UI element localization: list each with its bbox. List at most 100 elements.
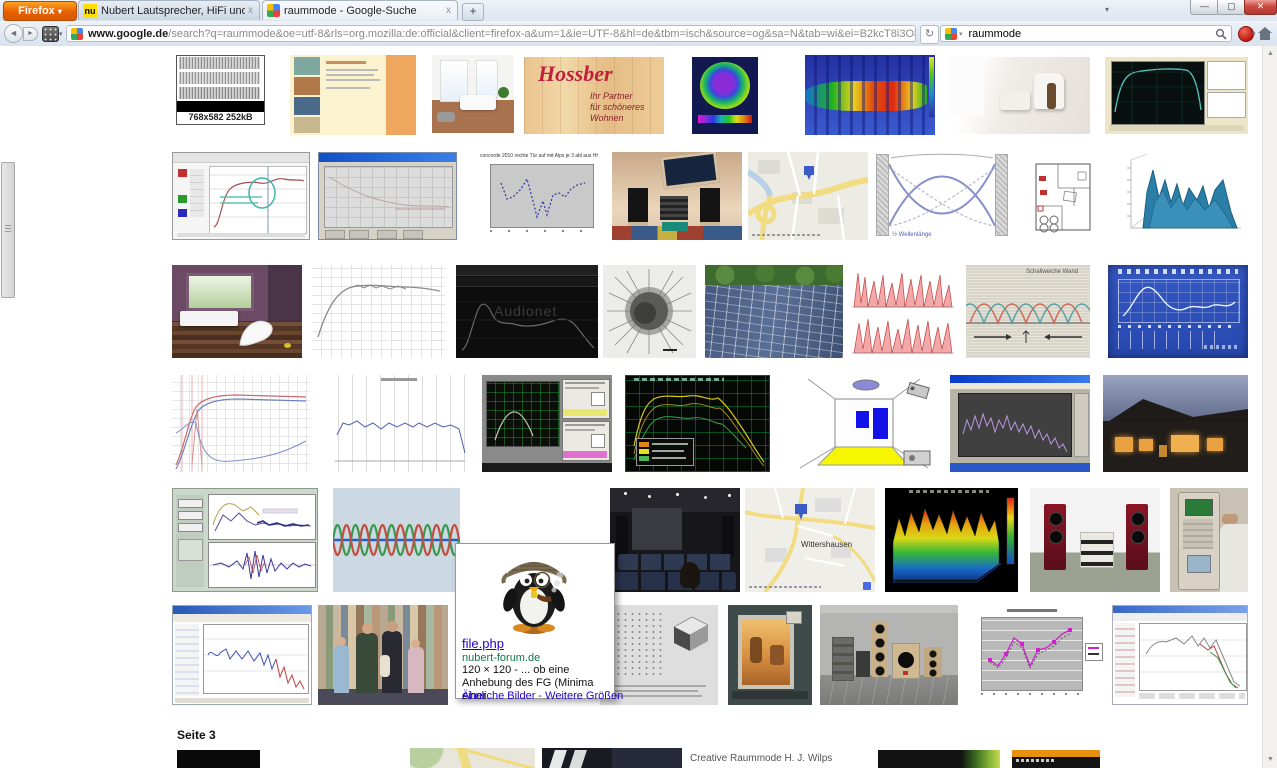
search-bar[interactable]: ▾ bbox=[940, 25, 1232, 42]
thumb-blue-lcd[interactable] bbox=[1108, 265, 1248, 358]
thumb-floor-plan[interactable] bbox=[1028, 158, 1098, 238]
thumb-room-white[interactable] bbox=[432, 55, 514, 133]
tagline-line: für schöneres bbox=[590, 102, 645, 113]
thumb-map-wittershausen[interactable]: Wittershausen bbox=[745, 488, 875, 592]
thumb-white-furniture[interactable] bbox=[950, 57, 1090, 134]
thumb-shop-window[interactable] bbox=[728, 605, 812, 705]
tooltip-similar-link[interactable]: Ähnliche Bilder bbox=[462, 690, 535, 702]
thumb-map-1[interactable] bbox=[748, 152, 868, 240]
figure-head bbox=[337, 637, 346, 646]
search-input[interactable] bbox=[967, 27, 1215, 41]
thumb-measure-software[interactable] bbox=[1105, 57, 1248, 134]
scroll-down-button[interactable]: ▼ bbox=[1263, 752, 1277, 768]
scroll-up-button[interactable]: ▲ bbox=[1263, 46, 1277, 62]
thumb-medical-machine[interactable] bbox=[1170, 488, 1248, 592]
thumb-balloon-plot[interactable] bbox=[692, 57, 758, 134]
chair-row bbox=[618, 554, 732, 570]
thumb-white-software[interactable] bbox=[172, 605, 312, 705]
thumb-gray-window[interactable] bbox=[318, 152, 457, 240]
text-line bbox=[326, 87, 370, 89]
status-strip bbox=[1109, 125, 1244, 131]
thumb-solar-panels[interactable] bbox=[705, 265, 843, 358]
thumb-teal-waterfall[interactable] bbox=[1113, 152, 1248, 240]
thumb-partial-map[interactable] bbox=[410, 748, 535, 768]
thumb-radial-blob[interactable] bbox=[603, 265, 696, 358]
tab-nubert-close-icon[interactable]: x bbox=[246, 5, 255, 16]
driver bbox=[1131, 530, 1145, 544]
thumb-house-dusk[interactable] bbox=[1103, 375, 1248, 472]
tab-nubert[interactable]: nu Nubert Lautsprecher, HiFi und Surrou.… bbox=[78, 0, 260, 20]
thumb-attic-room[interactable] bbox=[612, 152, 742, 240]
dip-curves bbox=[204, 625, 308, 693]
nubert-favicon-icon: nu bbox=[83, 4, 97, 18]
tagline-line: Wohnen bbox=[590, 113, 645, 124]
url-bar[interactable]: www.google.de/search?q=raummode&oe=utf-8… bbox=[66, 25, 916, 42]
thumb-speaker-room[interactable] bbox=[820, 605, 958, 705]
vertical-scrollbar[interactable]: ▲ ▼ bbox=[1262, 46, 1277, 768]
tab-raummode-close-icon[interactable]: x bbox=[444, 5, 453, 16]
thumb-rew-software[interactable] bbox=[172, 152, 310, 240]
x-ticks bbox=[490, 230, 592, 232]
reload-button[interactable]: ↻ bbox=[920, 25, 939, 44]
thumb-black-green-chart[interactable] bbox=[625, 375, 770, 472]
tooltip-sizes-link[interactable]: Weitere Größen bbox=[545, 690, 623, 702]
firefox-menu-button[interactable]: Firefox ▾ bbox=[3, 1, 77, 21]
button bbox=[403, 230, 423, 239]
number-sign bbox=[786, 611, 802, 624]
new-tab-button[interactable]: + bbox=[462, 3, 484, 21]
thumb-freq-chart-white[interactable] bbox=[312, 265, 445, 358]
thumb-curves-software[interactable] bbox=[1112, 605, 1248, 705]
status-strip bbox=[175, 698, 309, 703]
thumb-sine-waves[interactable] bbox=[333, 488, 460, 592]
thumb-concorde-chart[interactable]: concorde 2010 rechte Tür auf mit Alps je… bbox=[478, 152, 600, 240]
scrollbar-thumb[interactable] bbox=[1, 162, 15, 298]
tooltip-filename-link[interactable]: file.php bbox=[462, 636, 504, 651]
thumb-hossber-logo[interactable]: Hossber Ihr Partner für schöneres Wohnen bbox=[524, 57, 664, 134]
thumb-partial-dark-chart[interactable] bbox=[878, 750, 1000, 768]
thumb-purple-noise-app[interactable] bbox=[950, 375, 1090, 472]
dialog-thumb bbox=[591, 434, 605, 448]
plant bbox=[498, 87, 509, 98]
firefox-window: Firefox ▾ nu Nubert Lautsprecher, HiFi u… bbox=[0, 0, 1277, 768]
search-engine-caret-icon[interactable]: ▾ bbox=[959, 30, 963, 38]
thumb-audionet[interactable]: Audionet bbox=[456, 265, 598, 358]
thumb-partial-dark-letters[interactable] bbox=[542, 748, 682, 768]
sideboard bbox=[180, 311, 238, 326]
home-icon[interactable] bbox=[1258, 27, 1272, 40]
thumb-partial-black[interactable] bbox=[177, 750, 260, 768]
thumb-impulse-software[interactable] bbox=[172, 488, 318, 592]
thumb-pink-waterfalls[interactable] bbox=[848, 265, 958, 358]
thumb-webpage-cream[interactable] bbox=[290, 55, 416, 135]
minimize-button[interactable]: — bbox=[1190, 0, 1219, 15]
thumb-spectrogram[interactable] bbox=[805, 55, 935, 135]
close-button[interactable]: ✕ bbox=[1244, 0, 1277, 15]
bottom-bar bbox=[950, 463, 1090, 472]
thumb-red-speakers[interactable] bbox=[1030, 488, 1160, 592]
thumb-standing-wave[interactable]: ½ Wellenlänge bbox=[876, 152, 1008, 240]
bookmarks-button[interactable] bbox=[42, 26, 59, 42]
tab-raummode[interactable]: raummode - Google-Suche x bbox=[262, 0, 458, 20]
thumb-excel-chart[interactable] bbox=[965, 605, 1105, 705]
thumb-partial-orange-bar[interactable] bbox=[1012, 750, 1100, 768]
firefox-menu-label: Firefox bbox=[18, 5, 55, 17]
thumb-room-sketch[interactable] bbox=[790, 375, 935, 472]
maximize-button[interactable]: ▢ bbox=[1217, 0, 1246, 15]
thumb-purple-room[interactable] bbox=[172, 265, 302, 358]
thumb-gray-software[interactable] bbox=[482, 375, 612, 472]
forward-button[interactable]: ► bbox=[23, 27, 38, 41]
lcd-curve bbox=[1119, 280, 1239, 322]
tux-detective-image bbox=[498, 550, 570, 634]
search-icon[interactable] bbox=[1215, 28, 1227, 40]
machine-body bbox=[1178, 492, 1220, 590]
thumb-dark-listening-room[interactable] bbox=[610, 488, 740, 592]
thumb-schallweiche[interactable]: Schallweiche Wand bbox=[966, 265, 1090, 358]
thumb-rainbow-waterfall[interactable] bbox=[885, 488, 1018, 592]
thumb-multicurve-chart[interactable] bbox=[172, 375, 310, 472]
back-button[interactable]: ◄ bbox=[4, 24, 23, 43]
list-all-tabs-button[interactable]: ▾ bbox=[1100, 5, 1114, 17]
thumb-ktb-chart[interactable] bbox=[325, 375, 472, 472]
thumb-wave-plots-framed[interactable]: 768x582 252kB bbox=[176, 55, 265, 125]
thumb-family-photo[interactable] bbox=[318, 605, 448, 705]
toolbar bbox=[173, 614, 311, 622]
button bbox=[325, 230, 345, 239]
